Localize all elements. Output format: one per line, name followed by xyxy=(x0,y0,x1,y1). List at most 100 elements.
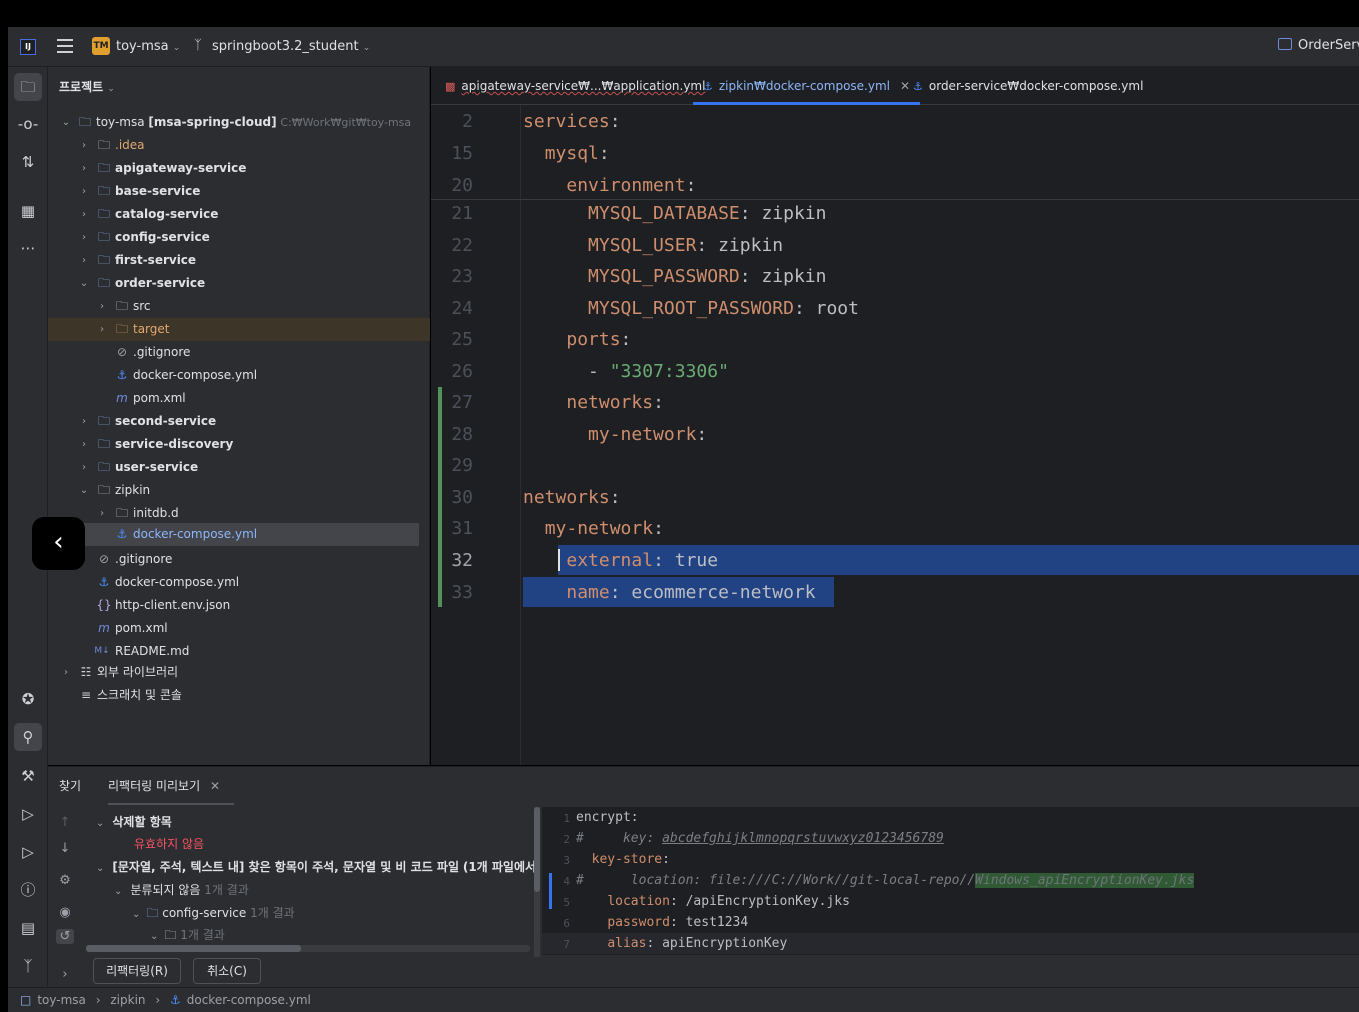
tree-item-first-service[interactable]: › 🗀 first-service xyxy=(48,249,430,272)
breadcrumb-folder[interactable]: zipkin xyxy=(110,993,145,1007)
code-line[interactable]: external: true xyxy=(523,550,718,571)
tree-item-catalog-service[interactable]: › 🗀 catalog-service xyxy=(48,203,430,226)
line-number[interactable]: 20 xyxy=(431,175,473,196)
tab-zipkin-docker-compose[interactable]: ⚓ zipkin₩docker-compose.yml ✕ xyxy=(693,67,921,105)
tree-node-folder[interactable]: ⌄ 🗀 1개 결과 xyxy=(150,924,225,941)
code-line[interactable]: mysql: xyxy=(523,143,610,164)
close-icon[interactable]: ✕ xyxy=(210,779,220,793)
tab-refactoring-preview[interactable]: 리팩터링 미리보기 ✕ xyxy=(108,767,234,805)
settings-icon[interactable]: ⚙ xyxy=(56,873,74,888)
code-line[interactable]: networks: xyxy=(523,487,621,508)
services-icon[interactable]: ▷ xyxy=(14,800,42,828)
arrow-down-icon[interactable]: ↓ xyxy=(56,841,74,856)
structure-icon[interactable]: ▦ xyxy=(14,197,42,225)
project-selector[interactable]: toy-msa ⌄ xyxy=(116,39,180,54)
tree-item-readme[interactable]: M↓ README.md xyxy=(48,640,430,663)
tree-item-docker-compose[interactable]: ⚓ docker-compose.yml xyxy=(48,364,430,387)
line-number[interactable]: 25 xyxy=(431,329,473,350)
code-line[interactable]: MYSQL_ROOT_PASSWORD: root xyxy=(523,298,859,319)
code-line[interactable]: name: ecommerce-network xyxy=(523,582,815,603)
code-line[interactable]: MYSQL_DATABASE: zipkin xyxy=(523,203,826,224)
tree-item-apigateway-service[interactable]: › 🗀 apigateway-service xyxy=(48,157,430,180)
line-number[interactable]: 29 xyxy=(431,455,473,476)
run-icon[interactable]: ▷ xyxy=(14,838,42,866)
tree-item-user-service[interactable]: › 🗀 user-service xyxy=(48,456,430,479)
tree-item-root-pom[interactable]: m pom.xml xyxy=(48,617,430,640)
tree-item-config-service[interactable]: › 🗀 config-service xyxy=(48,226,430,249)
tree-item-http-client-env[interactable]: {} http-client.env.json xyxy=(48,594,430,617)
tree-node-delete-items[interactable]: ⌄ 삭제할 항목 xyxy=(96,811,172,833)
more-icon[interactable]: ⋯ xyxy=(14,234,42,262)
code-line[interactable]: - "3307:3306" xyxy=(523,361,729,382)
line-number[interactable]: 33 xyxy=(431,582,473,603)
line-number[interactable]: 15 xyxy=(431,143,473,164)
tree-item-second-service[interactable]: › 🗀 second-service xyxy=(48,410,430,433)
cancel-button[interactable]: 취소(C) xyxy=(193,958,261,984)
tree-item-zipkin[interactable]: ⌄ 🗀 zipkin xyxy=(48,479,430,502)
line-number[interactable]: 24 xyxy=(431,298,473,319)
code-line[interactable]: ports: xyxy=(523,329,631,350)
tree-item-target[interactable]: › 🗀 target xyxy=(48,318,430,341)
code-line[interactable]: MYSQL_USER: zipkin xyxy=(523,235,783,256)
tree-item-zipkin-docker-compose[interactable]: ⚓ docker-compose.yml xyxy=(48,523,419,546)
build-icon[interactable]: ⚒ xyxy=(14,762,42,790)
tree-item-scratches[interactable]: ≡ 스크래치 및 콘솔 xyxy=(48,684,430,707)
vertical-scrollbar[interactable] xyxy=(534,807,540,957)
horizontal-scrollbar[interactable] xyxy=(86,945,530,952)
find-icon[interactable]: ⚲ xyxy=(14,723,42,751)
tree-item-idea[interactable]: › 🗀 .idea xyxy=(48,134,430,157)
branch-selector[interactable]: springboot3.2_student ⌄ xyxy=(212,39,370,54)
intellij-logo-icon[interactable]: IJ xyxy=(20,39,36,55)
tree-node-string-comment-text[interactable]: ⌄ [문자열, 주석, 텍스트 내] 찾은 항목이 주석, 문자열 및 비 코드 … xyxy=(96,856,534,878)
tree-root[interactable]: ⌄ 🗀 toy-msa [msa-spring-cloud] C:₩Work₩g… xyxy=(48,111,430,134)
preview-toggle-icon[interactable]: ↺ xyxy=(56,929,74,944)
terminal-icon[interactable]: ▤ xyxy=(14,914,42,942)
arrow-up-icon[interactable]: ↑ xyxy=(56,815,74,830)
tree-item-service-discovery[interactable]: › 🗀 service-discovery xyxy=(48,433,430,456)
tree-item-initdb[interactable]: › 🗀 initdb.d xyxy=(48,502,430,525)
project-panel-title[interactable]: 프로젝트 ⌄ xyxy=(59,78,115,95)
line-number[interactable]: 26 xyxy=(431,361,473,382)
code-line[interactable]: services: xyxy=(523,111,621,132)
tab-order-service-docker-compose[interactable]: ⚓ order-service₩docker-compose.yml xyxy=(913,67,1143,105)
line-number[interactable]: 32 xyxy=(431,550,473,571)
breadcrumb-file[interactable]: docker-compose.yml xyxy=(187,993,311,1007)
line-number[interactable]: 27 xyxy=(431,392,473,413)
tree-item-order-service[interactable]: ⌄ 🗀 order-service xyxy=(48,272,430,295)
code-line[interactable]: environment: xyxy=(523,175,696,196)
run-configuration-selector[interactable]: OrderServic xyxy=(1278,38,1359,53)
line-number[interactable]: 21 xyxy=(431,203,473,224)
debug-icon[interactable]: ✪ xyxy=(14,685,42,713)
close-icon[interactable]: ✕ xyxy=(900,79,910,93)
project-badge[interactable]: TM xyxy=(92,37,110,55)
refactor-button[interactable]: 리팩터링(R) xyxy=(93,958,181,984)
tree-item-src[interactable]: › 🗀 src xyxy=(48,295,430,318)
tree-item-gitignore[interactable]: ⊘ .gitignore xyxy=(48,341,430,364)
back-button[interactable]: ‹ xyxy=(32,517,85,570)
code-line[interactable]: networks: xyxy=(523,392,664,413)
code-line[interactable]: my-network: xyxy=(523,518,664,539)
line-number[interactable]: 22 xyxy=(431,235,473,256)
code-line[interactable]: MYSQL_PASSWORD: zipkin xyxy=(523,266,826,287)
tree-item-external-libraries[interactable]: › ☷ 외부 라이브러리 xyxy=(48,661,430,684)
main-menu-icon[interactable] xyxy=(57,39,73,53)
line-number[interactable]: 28 xyxy=(431,424,473,445)
tree-item-root-docker-compose[interactable]: ⚓ docker-compose.yml xyxy=(48,571,430,594)
tab-apigateway-application-yml[interactable]: ▩ apigateway-service₩...₩application.yml xyxy=(445,67,705,105)
breadcrumb-project[interactable]: toy-msa xyxy=(37,993,86,1007)
pull-requests-icon[interactable]: ⇅ xyxy=(14,148,42,176)
eye-icon[interactable]: ◉ xyxy=(56,905,74,920)
tree-item-pom[interactable]: m pom.xml xyxy=(48,387,430,410)
tree-item-root-gitignore[interactable]: ⊘ .gitignore xyxy=(48,548,430,571)
code-line[interactable]: my-network: xyxy=(523,424,707,445)
line-number[interactable]: 2 xyxy=(431,111,473,132)
tree-node-invalid[interactable]: 유효하지 않음 xyxy=(134,833,204,855)
tab-find[interactable]: 찾기 xyxy=(59,767,81,805)
tree-node-config-service[interactable]: ⌄ 🗀 config-service 1개 결과 xyxy=(132,902,295,924)
project-folder-icon[interactable]: 🗀 xyxy=(14,73,42,101)
tree-node-unclassified[interactable]: ⌄ 분류되지 않음 1개 결과 xyxy=(114,879,249,901)
refactoring-preview-editor[interactable]: 1 encrypt: 2 # key: abcdefghijklmnopqrstuvw… xyxy=(542,807,1359,955)
tree-item-base-service[interactable]: › 🗀 base-service xyxy=(48,180,430,203)
line-number[interactable]: 30 xyxy=(431,487,473,508)
line-number[interactable]: 31 xyxy=(431,518,473,539)
